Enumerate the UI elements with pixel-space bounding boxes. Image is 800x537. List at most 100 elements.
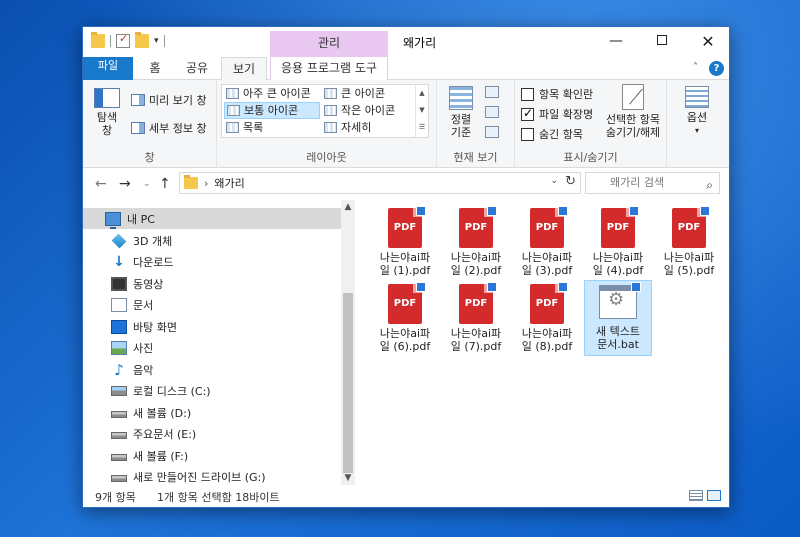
file-name-line: 나는야ai파 <box>592 251 644 264</box>
search-input[interactable]: 왜가리 검색 ⌕ <box>585 172 720 194</box>
collapse-ribbon-icon[interactable]: ˄ <box>693 62 698 73</box>
group-label-layout: 레이아웃 <box>306 151 347 164</box>
scroll-down-icon[interactable]: ▼ <box>341 473 355 483</box>
breadcrumb-current[interactable]: 왜가리 <box>214 175 244 191</box>
maximize-button[interactable] <box>639 27 685 57</box>
sidebar-item-desktop[interactable]: 바탕 화면 <box>83 316 341 337</box>
file-item[interactable]: PDF 나는야ai파 일 (8).pdf <box>513 282 581 358</box>
layout-details[interactable]: 자세히 <box>322 119 414 136</box>
item-checkboxes-toggle[interactable]: 항목 확인란 <box>521 86 593 102</box>
layout-extra-large-icons[interactable]: 아주 큰 아이콘 <box>224 85 320 102</box>
file-item[interactable]: PDF 나는야ai파 일 (4).pdf <box>584 206 652 282</box>
sidebar-item-label: 음악 <box>133 363 154 377</box>
pc-icon <box>105 211 121 229</box>
layout-medium-icons[interactable]: 보통 아이콘 <box>224 102 320 119</box>
scroll-up-icon[interactable]: ▲ <box>341 202 355 212</box>
file-item[interactable]: PDF 나는야ai파 일 (7).pdf <box>442 282 510 358</box>
sidebar-item-pictures[interactable]: 사진 <box>83 337 341 358</box>
sidebar-item-drive-d[interactable]: 새 볼륨 (D:) <box>83 402 341 423</box>
large-icons-view-icon[interactable] <box>707 490 721 501</box>
new-folder-icon[interactable] <box>135 32 149 48</box>
options-dropdown-icon: ▾ <box>694 126 699 135</box>
group-options: 옵션 ▾ <box>667 80 729 168</box>
sidebar-item-music[interactable]: ♪ 음악 <box>83 359 341 380</box>
tab-share[interactable]: 공유 <box>177 57 217 80</box>
shortcut-badge-icon <box>629 206 639 216</box>
properties-icon[interactable] <box>116 32 130 48</box>
file-item[interactable]: PDF 나는야ai파 일 (2).pdf <box>442 206 510 282</box>
refresh-icon[interactable]: ↻ <box>565 174 576 189</box>
address-dropdown-icon[interactable]: ⌄ <box>550 176 558 186</box>
title-bar: ▾ 관리 왜가리 — ✕ <box>83 27 729 57</box>
sidebar-item-documents[interactable]: 문서 <box>83 294 341 315</box>
up-icon[interactable]: ↑ <box>159 176 171 192</box>
file-item[interactable]: PDF 나는야ai파 일 (1).pdf <box>371 206 439 282</box>
list-icon <box>226 122 239 133</box>
tab-view[interactable]: 보기 <box>221 57 267 81</box>
file-item[interactable]: PDF 나는야ai파 일 (5).pdf <box>655 206 723 282</box>
sort-by-button[interactable]: 정렬 기준 <box>443 86 479 139</box>
file-item[interactable]: PDF 나는야ai파 일 (3).pdf <box>513 206 581 282</box>
item-checkboxes-checkbox[interactable] <box>521 87 534 101</box>
layout-list[interactable]: 목록 <box>224 119 320 136</box>
file-name-line: 나는야ai파 <box>663 251 715 264</box>
sidebar-item-label: 3D 개체 <box>133 234 173 248</box>
file-item[interactable]: PDF 나는야ai파 일 (6).pdf <box>371 282 439 358</box>
hidden-items-toggle[interactable]: 숨긴 항목 <box>521 126 583 142</box>
file-extensions-checkbox[interactable] <box>521 106 534 121</box>
file-item-selected[interactable]: 새 텍스트 문서.bat <box>584 280 652 356</box>
hidden-items-checkbox[interactable] <box>521 127 534 141</box>
sidebar-item-3d-objects[interactable]: 3D 개체 <box>83 230 341 251</box>
sidebar-item-videos[interactable]: 동영상 <box>83 273 341 294</box>
sidebar-item-downloads[interactable]: ↓ 다운로드 <box>83 251 341 272</box>
folder-icon[interactable] <box>91 32 105 48</box>
layout-large-icons[interactable]: 큰 아이콘 <box>322 85 414 102</box>
search-icon[interactable]: ⌕ <box>706 175 713 195</box>
recent-locations-icon[interactable]: ⌄ <box>143 179 151 189</box>
minimize-button[interactable]: — <box>593 27 639 57</box>
sidebar-item-drive-e[interactable]: 주요문서 (E:) <box>83 423 341 444</box>
shortcut-badge-icon <box>631 282 641 292</box>
details-view-icon[interactable] <box>689 490 703 501</box>
file-name-line: 나는야ai파 <box>379 327 431 340</box>
tab-app-tools[interactable]: 응용 프로그램 도구 <box>270 57 388 80</box>
os-drive-icon <box>111 385 127 396</box>
file-name-line: 나는야ai파 <box>379 251 431 264</box>
sidebar-item-drive-c[interactable]: 로컬 디스크 (C:) <box>83 380 341 401</box>
address-bar[interactable]: › 왜가리 ⌄ ↻ <box>179 172 581 194</box>
layout-scroll[interactable]: ▲ ▼ ☰ <box>415 85 428 137</box>
forward-icon[interactable]: → <box>119 176 131 192</box>
tab-home[interactable]: 홈 <box>139 57 171 80</box>
file-name-line: 일 (8).pdf <box>521 340 573 353</box>
preview-pane-icon <box>131 94 145 106</box>
back-icon[interactable]: ← <box>95 176 107 192</box>
sort-by-icon <box>449 86 473 110</box>
group-label-pane: 창 <box>144 151 155 164</box>
sidebar-item-label: 동영상 <box>133 277 164 291</box>
layout-small-icons[interactable]: 작은 아이콘 <box>322 102 414 119</box>
preview-pane-button[interactable]: 미리 보기 창 <box>131 92 207 108</box>
size-columns-icon[interactable] <box>485 126 499 138</box>
shortcut-badge-icon <box>487 282 497 292</box>
group-by-icon[interactable] <box>485 86 499 98</box>
options-button[interactable]: 옵션 ▾ <box>675 86 719 137</box>
group-label-show-hide: 표시/숨기기 <box>563 151 618 164</box>
details-pane-button[interactable]: 세부 정보 창 <box>131 120 207 136</box>
close-button[interactable]: ✕ <box>685 27 731 57</box>
qat-dropdown-icon[interactable]: ▾ <box>154 36 159 46</box>
sidebar-scrollbar[interactable]: ▲ ▼ <box>341 200 355 485</box>
sidebar-item-drive-g[interactable]: 새로 만들어진 드라이브 (G:) <box>83 466 341 485</box>
scrollbar-thumb[interactable] <box>343 293 353 473</box>
file-name-line: 일 (6).pdf <box>379 340 431 353</box>
file-name-line: 일 (5).pdf <box>663 264 715 277</box>
nav-pane-button[interactable]: 탐색 창 <box>89 88 125 137</box>
sidebar-item-this-pc[interactable]: 내 PC <box>83 208 341 229</box>
pdf-file-icon: PDF <box>459 282 497 324</box>
hide-selected-button[interactable]: 선택한 항목 숨기기/해제 <box>599 84 667 139</box>
breadcrumb-chevron-icon[interactable]: › <box>204 177 208 190</box>
add-columns-icon[interactable] <box>485 106 499 118</box>
sidebar-item-drive-f[interactable]: 새 볼륨 (F:) <box>83 445 341 466</box>
group-label-current-view: 현재 보기 <box>453 151 498 164</box>
help-icon[interactable]: ? <box>709 61 724 76</box>
file-extensions-toggle[interactable]: 파일 확장명 <box>521 106 593 122</box>
